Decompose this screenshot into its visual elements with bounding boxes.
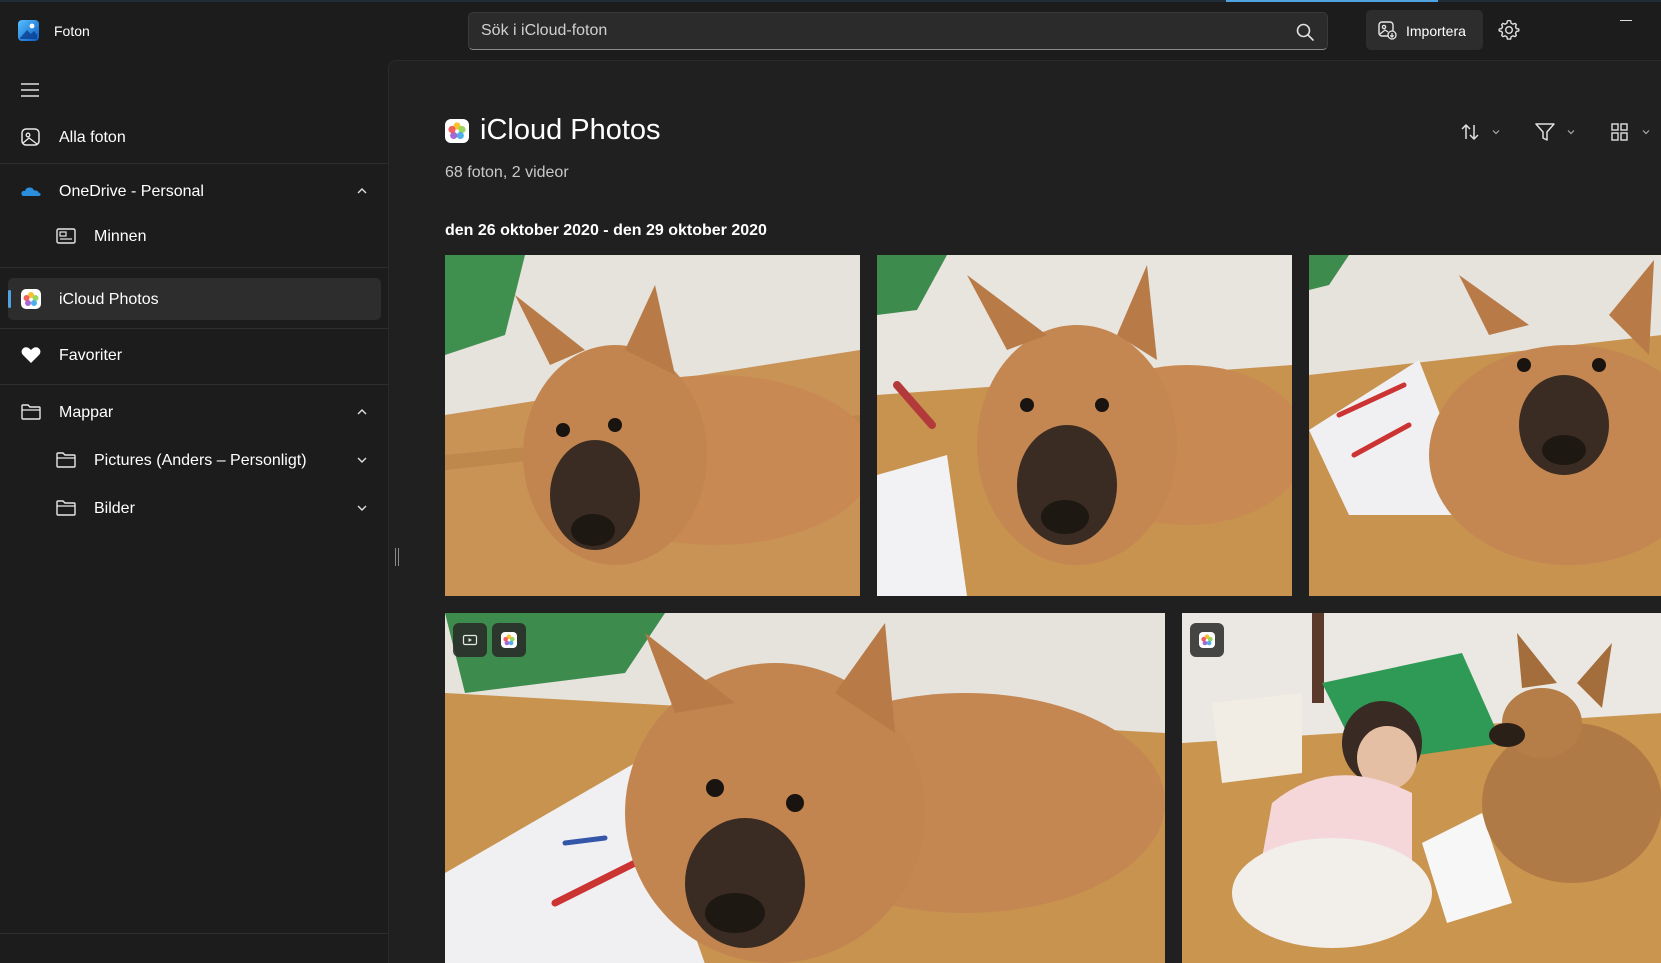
filter-button[interactable] xyxy=(1534,121,1580,145)
photos-app-window: Foton Importera xyxy=(0,0,1661,963)
main-content-pane: iCloud Photos 68 foton, 2 videor den 26 … xyxy=(388,60,1661,963)
child-and-dog-photo-image xyxy=(1182,613,1661,963)
folder-icon xyxy=(21,404,41,420)
folder-icon xyxy=(56,452,76,468)
dog-photo-image xyxy=(445,255,860,596)
photo-thumbnail[interactable] xyxy=(1309,255,1661,596)
sidebar-item-label: iCloud Photos xyxy=(59,291,159,308)
title-bar: Foton Importera xyxy=(0,0,1661,60)
sidebar-item-label: Minnen xyxy=(94,228,147,245)
chevron-down-icon xyxy=(1642,130,1650,135)
sidebar-item-label: Mappar xyxy=(59,404,114,421)
onedrive-cloud-icon xyxy=(21,187,41,196)
search-box[interactable] xyxy=(468,12,1328,50)
photo-thumbnail[interactable] xyxy=(445,255,860,596)
filter-funnel-icon xyxy=(1535,123,1555,141)
chevron-up-icon[interactable] xyxy=(355,184,369,198)
sidebar-item-label: Bilder xyxy=(94,500,135,517)
sidebar-item-icloud-photos[interactable]: iCloud Photos xyxy=(8,278,381,320)
memories-album-icon xyxy=(56,228,76,244)
search-icon[interactable] xyxy=(1295,22,1315,42)
view-layout-button[interactable] xyxy=(1609,121,1655,145)
import-button-label: Importera xyxy=(1406,23,1466,39)
icloud-source-badge xyxy=(1190,623,1224,657)
media-count: 68 foton, 2 videor xyxy=(445,164,569,181)
heart-icon xyxy=(21,347,41,363)
photos-app-logo-icon xyxy=(18,20,39,41)
chevron-down-icon xyxy=(1567,130,1575,135)
pane-resize-handle[interactable] xyxy=(395,548,399,566)
sidebar-divider xyxy=(0,267,388,268)
sidebar-item-pictures-folder[interactable]: Pictures (Anders – Personligt) xyxy=(8,439,381,481)
icloud-photos-icon xyxy=(21,289,41,309)
chevron-down-icon xyxy=(1492,130,1500,135)
search-input[interactable] xyxy=(481,13,1271,49)
navigation-sidebar: Alla foton OneDrive - Personal Minnen iC… xyxy=(0,60,388,963)
sidebar-item-onedrive[interactable]: OneDrive - Personal xyxy=(8,170,381,212)
hamburger-menu-icon[interactable] xyxy=(18,78,42,102)
date-group-header: den 26 oktober 2020 - den 29 oktober 202… xyxy=(445,222,767,239)
minimize-window-button[interactable] xyxy=(1612,10,1642,32)
icloud-photos-icon xyxy=(445,119,469,143)
grid-view-icon xyxy=(1611,123,1628,141)
photo-thumbnail[interactable] xyxy=(445,613,1165,963)
chevron-up-icon[interactable] xyxy=(355,405,369,419)
import-button[interactable]: Importera xyxy=(1366,10,1483,50)
dog-photo-image xyxy=(445,613,1165,963)
sidebar-item-label: OneDrive - Personal xyxy=(59,183,204,200)
sidebar-divider xyxy=(0,163,388,164)
sidebar-divider xyxy=(0,328,388,329)
chevron-down-icon[interactable] xyxy=(355,501,369,515)
video-icon xyxy=(462,634,478,646)
photo-thumbnail[interactable] xyxy=(877,255,1292,596)
icloud-source-badge xyxy=(492,623,526,657)
chevron-down-icon[interactable] xyxy=(355,453,369,467)
sidebar-item-label: Pictures (Anders – Personligt) xyxy=(94,452,307,469)
import-icon xyxy=(1378,21,1397,40)
sidebar-divider xyxy=(0,384,388,385)
icloud-photos-icon xyxy=(501,632,517,648)
icloud-photos-icon xyxy=(1199,632,1215,648)
sidebar-item-label: Alla foton xyxy=(59,129,126,146)
sidebar-item-label: Favoriter xyxy=(59,347,123,364)
sidebar-item-bilder-folder[interactable]: Bilder xyxy=(8,487,381,529)
sort-button[interactable] xyxy=(1459,121,1505,145)
app-title: Foton xyxy=(54,23,90,39)
page-title: iCloud Photos xyxy=(480,114,661,146)
sidebar-item-all-photos[interactable]: Alla foton xyxy=(8,116,381,158)
photo-frame-icon xyxy=(21,128,40,146)
sidebar-item-folders[interactable]: Mappar xyxy=(8,391,381,433)
dog-photo-image xyxy=(1309,255,1661,596)
sidebar-bottom-divider xyxy=(0,933,388,934)
settings-gear-icon[interactable] xyxy=(1497,18,1521,42)
sidebar-item-memories[interactable]: Minnen xyxy=(8,215,381,257)
sidebar-item-favorites[interactable]: Favoriter xyxy=(8,334,381,376)
photo-thumbnail[interactable] xyxy=(1182,613,1661,963)
folder-icon xyxy=(56,500,76,516)
video-badge xyxy=(453,623,487,657)
dog-photo-image xyxy=(877,255,1292,596)
selection-indicator xyxy=(8,290,11,308)
sort-arrows-icon xyxy=(1461,123,1479,141)
